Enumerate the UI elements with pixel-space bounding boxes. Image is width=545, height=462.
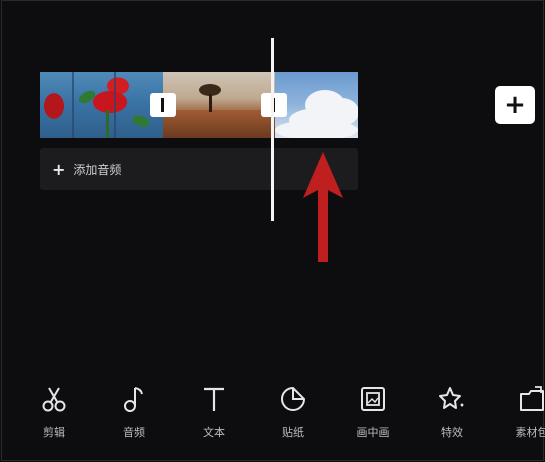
tool-label: 贴纸 bbox=[282, 426, 304, 439]
tool-sticker[interactable]: 贴纸 bbox=[265, 384, 321, 440]
playhead[interactable] bbox=[271, 38, 274, 221]
transition-handle[interactable] bbox=[150, 93, 176, 117]
scissors-icon bbox=[42, 387, 66, 412]
video-clip-sky[interactable] bbox=[275, 72, 358, 138]
add-audio-label: 添加音频 bbox=[73, 162, 122, 177]
material-pack-icon bbox=[520, 386, 544, 411]
plus-icon: + bbox=[52, 159, 66, 179]
tool-label: 素材包 bbox=[515, 426, 545, 439]
tool-effects[interactable]: 特效 bbox=[424, 384, 480, 440]
text-icon bbox=[204, 387, 224, 411]
add-clip-button[interactable]: + bbox=[495, 86, 535, 124]
picture-in-picture-icon bbox=[361, 387, 385, 411]
bottom-toolbar: 剪辑 音频 文本 贴纸 画中画 特效 素材包 bbox=[0, 384, 545, 450]
transition-handle[interactable] bbox=[261, 93, 287, 117]
tool-label: 特效 bbox=[441, 426, 463, 439]
annotation-arrow-icon bbox=[303, 152, 343, 262]
effects-star-icon bbox=[439, 387, 464, 409]
hill-shape bbox=[163, 110, 275, 138]
video-clip-flower[interactable] bbox=[40, 72, 163, 138]
music-note-icon bbox=[124, 387, 143, 412]
frame-divider bbox=[72, 72, 74, 138]
leaf-shape bbox=[130, 113, 152, 129]
stem-shape bbox=[106, 110, 109, 138]
handle-grip bbox=[161, 98, 164, 112]
cloud-shape bbox=[275, 120, 358, 138]
video-track[interactable] bbox=[40, 72, 358, 138]
tool-text[interactable]: 文本 bbox=[186, 384, 242, 440]
leaf-shape bbox=[76, 88, 98, 106]
frame-divider bbox=[114, 72, 116, 138]
tool-label: 剪辑 bbox=[43, 426, 65, 439]
video-clip-tree[interactable] bbox=[163, 72, 275, 138]
tool-material-pack[interactable]: 素材包 bbox=[504, 384, 545, 440]
tool-edit[interactable]: 剪辑 bbox=[26, 384, 82, 440]
tool-audio[interactable]: 音频 bbox=[106, 384, 162, 440]
tool-label: 音频 bbox=[123, 426, 145, 439]
tool-label: 画中画 bbox=[356, 426, 390, 439]
sticker-icon bbox=[281, 386, 306, 411]
tool-label: 文本 bbox=[203, 426, 225, 439]
tree-trunk-shape bbox=[209, 94, 212, 112]
tool-picture-in-picture[interactable]: 画中画 bbox=[345, 384, 401, 440]
